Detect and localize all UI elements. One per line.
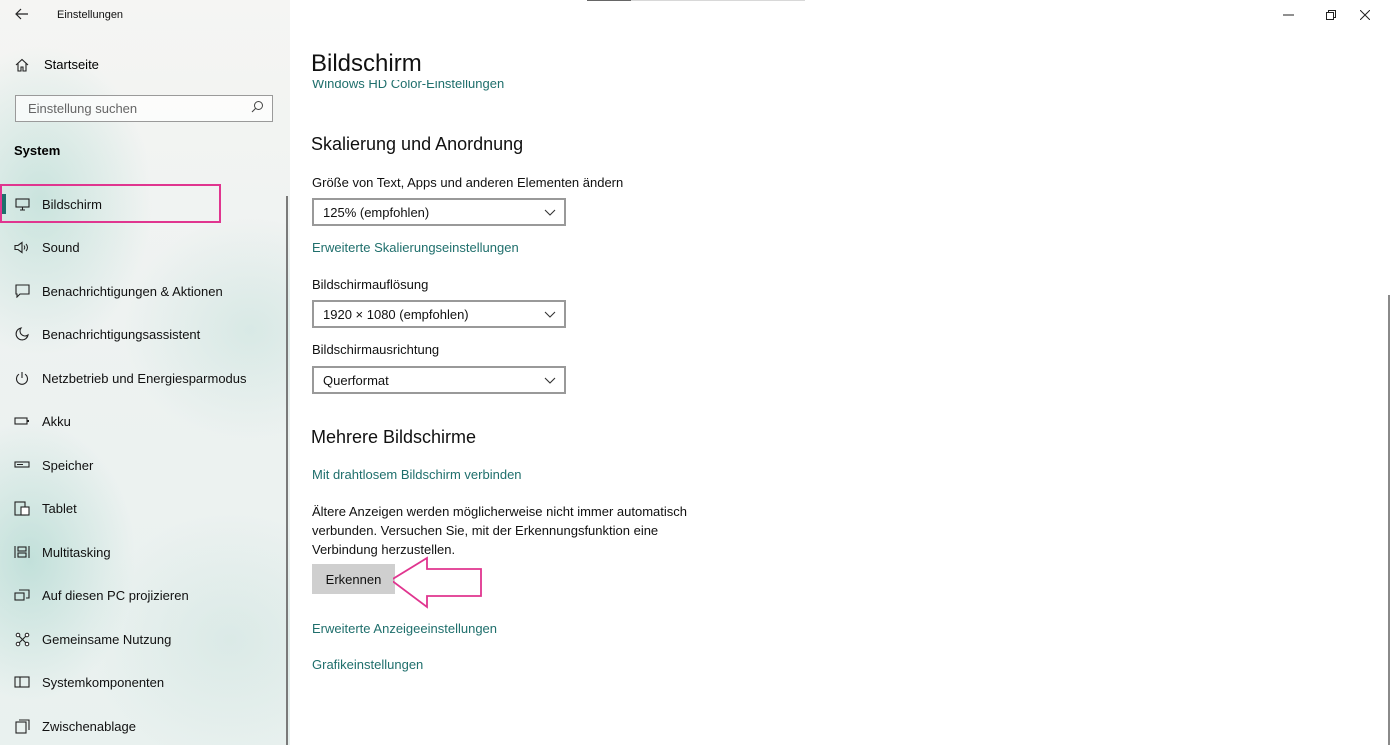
app-title: Einstellungen [57,9,124,21]
graphics-settings-link[interactable]: Grafikeinstellungen [312,657,423,672]
resolution-label: Bildschirmauflösung [312,277,429,292]
sidebar-item-systemkomponenten[interactable]: Systemkomponenten [0,661,290,703]
resolution-dropdown[interactable]: 1920 × 1080 (empfohlen) [312,300,566,328]
restore-icon [1326,10,1336,20]
sidebar-item-label: Zwischenablage [42,718,136,734]
main-scrollbar[interactable] [1388,295,1390,745]
sidebar-item-label: Speicher [42,457,94,473]
power-icon [14,370,30,386]
project-icon [14,587,30,603]
close-button[interactable] [1342,0,1388,30]
sidebar-item-netzbetrieb[interactable]: Netzbetrieb und Energiesparmodus [0,357,290,399]
battery-icon [14,413,30,429]
home-link[interactable]: Startseite [14,57,99,72]
sidebar-item-zwischenablage[interactable]: Zwischenablage [0,705,290,745]
clipboard-icon [14,718,30,734]
scaling-heading: Skalierung und Anordnung [311,134,524,154]
top-indicator-active [587,0,631,1]
hd-color-link[interactable]: Windows HD Color-Einstellungen [312,80,504,91]
size-label: Größe von Text, Apps und anderen Element… [312,175,624,190]
sidebar-item-multitasking[interactable]: Multitasking [0,531,290,573]
sidebar-item-label: Benachrichtigungsassistent [42,326,201,342]
search-input[interactable] [26,100,251,117]
advanced-display-link[interactable]: Erweiterte Anzeigeeinstellungen [312,621,497,636]
sidebar-item-benachrichtigungsassistent[interactable]: Benachrichtigungsassistent [0,313,290,355]
pointer-arrow-annotation [393,556,482,609]
sidebar-item-label: Systemkomponenten [42,674,165,690]
sidebar-item-projizieren[interactable]: Auf diesen PC projizieren [0,574,290,616]
wireless-display-link[interactable]: Mit drahtlosem Bildschirm verbinden [312,467,522,482]
scaling-value: 125% (empfohlen) [323,204,430,220]
speaker-icon [14,239,30,255]
components-icon [14,674,30,690]
arrow-left-icon [15,8,28,20]
sidebar-item-gemeinsame-nutzung[interactable]: Gemeinsame Nutzung [0,618,290,660]
tablet-icon [14,500,30,516]
sidebar-item-akku[interactable]: Akku [0,400,290,442]
highlight-box [0,184,221,223]
page-title: Bildschirm [311,50,422,77]
sidebar-item-label: Tablet [42,500,77,516]
chevron-down-icon [544,377,556,384]
home-label: Startseite [44,57,99,72]
sidebar-item-label: Benachrichtigungen & Aktionen [42,283,223,299]
sidebar-item-label: Gemeinsame Nutzung [42,631,172,647]
sidebar-item-label: Auf diesen PC projizieren [42,587,189,603]
sidebar-scrollbar[interactable] [286,196,288,745]
moon-icon [14,326,30,342]
sidebar-item-label: Akku [42,413,71,429]
advanced-scaling-link[interactable]: Erweiterte Skalierungseinstellungen [312,240,519,255]
chevron-down-icon [544,209,556,216]
section-title: System [14,143,61,158]
sidebar-item-tablet[interactable]: Tablet [0,487,290,529]
minimize-button[interactable] [1265,0,1311,30]
detect-button[interactable]: Erkennen [312,564,395,594]
orientation-dropdown[interactable]: Querformat [312,366,566,394]
sidebar-item-sound[interactable]: Sound [0,226,290,268]
orientation-value: Querformat [323,372,389,388]
sidebar: Einstellungen Startseite System Bildschi… [0,0,290,745]
resolution-value: 1920 × 1080 (empfohlen) [323,306,469,322]
share-icon [14,631,30,647]
orientation-label: Bildschirmausrichtung [312,342,440,357]
sidebar-item-speicher[interactable]: Speicher [0,444,290,486]
detect-description: Ältere Anzeigen werden möglicherweise ni… [312,504,688,557]
search-box[interactable] [15,95,273,122]
notification-icon [14,283,30,299]
home-icon [14,58,30,72]
sidebar-item-benachrichtigungen[interactable]: Benachrichtigungen & Aktionen [0,270,290,312]
close-icon [1360,10,1370,20]
sidebar-item-label: Netzbetrieb und Energiesparmodus [42,370,247,386]
multi-display-heading: Mehrere Bildschirme [311,427,477,447]
search-icon[interactable] [251,100,264,118]
chevron-down-icon [544,311,556,318]
minimize-icon [1282,14,1294,16]
main-content: Bildschirm Windows HD Color-Einstellunge… [290,0,1392,745]
sidebar-item-label: Sound [42,239,80,255]
multitasking-icon [14,544,30,560]
back-button[interactable] [10,6,34,26]
scaling-dropdown[interactable]: 125% (empfohlen) [312,198,566,226]
storage-icon [14,457,30,473]
sidebar-item-label: Multitasking [42,544,111,560]
